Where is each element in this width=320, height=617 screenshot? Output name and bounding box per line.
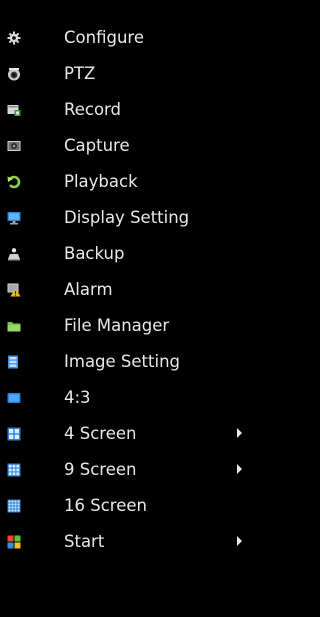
menu-item-backup[interactable]: Backup	[0, 236, 247, 272]
context-menu: Configure PTZ Record Capture Playback Di…	[0, 0, 247, 617]
menu-item-display-setting[interactable]: Display Setting	[0, 200, 247, 236]
playback-icon	[7, 175, 21, 189]
submenu-arrow-icon	[237, 536, 242, 546]
menu-item-label: PTZ	[64, 64, 96, 83]
record-icon	[7, 103, 21, 117]
menu-item-file-manager[interactable]: File Manager	[0, 308, 247, 344]
menu-item-9-screen[interactable]: 9 Screen	[0, 452, 247, 488]
menu-item-configure[interactable]: Configure	[0, 20, 247, 56]
backup-icon	[7, 247, 21, 261]
menu-item-label: 16 Screen	[64, 496, 147, 515]
monitor-icon	[7, 211, 21, 225]
menu-item-label: Start	[64, 532, 105, 551]
menu-item-label: File Manager	[64, 316, 170, 335]
camera-icon	[7, 139, 21, 153]
menu-item-start[interactable]: Start	[0, 524, 247, 560]
menu-item-label: 4:3	[64, 388, 91, 407]
grid-4-icon	[7, 427, 21, 441]
image-setting-icon	[7, 355, 21, 369]
menu-item-4-3[interactable]: 4:3	[0, 380, 247, 416]
menu-item-label: Playback	[64, 172, 138, 191]
menu-item-label: Record	[64, 100, 122, 119]
menu-item-playback[interactable]: Playback	[0, 164, 247, 200]
submenu-arrow-icon	[237, 464, 242, 474]
menu-item-label: 9 Screen	[64, 460, 137, 479]
menu-item-capture[interactable]: Capture	[0, 128, 247, 164]
menu-item-label: Image Setting	[64, 352, 180, 371]
menu-item-label: 4 Screen	[64, 424, 137, 443]
submenu-arrow-icon	[237, 428, 242, 438]
menu-item-4-screen[interactable]: 4 Screen	[0, 416, 247, 452]
menu-item-label: Capture	[64, 136, 130, 155]
menu-item-16-screen[interactable]: 16 Screen	[0, 488, 247, 524]
menu-item-record[interactable]: Record	[0, 92, 247, 128]
menu-item-ptz[interactable]: PTZ	[0, 56, 247, 92]
gear-icon	[7, 31, 21, 45]
menu-item-label: Display Setting	[64, 208, 190, 227]
folder-icon	[7, 319, 21, 333]
alarm-warning-icon	[7, 283, 21, 297]
aspect-ratio-icon	[7, 391, 21, 405]
grid-16-icon	[7, 499, 21, 513]
start-icon	[7, 535, 21, 549]
menu-item-image-setting[interactable]: Image Setting	[0, 344, 247, 380]
ptz-camera-icon	[7, 67, 21, 81]
grid-9-icon	[7, 463, 21, 477]
menu-item-label: Alarm	[64, 280, 113, 299]
menu-item-label: Configure	[64, 28, 144, 47]
menu-item-label: Backup	[64, 244, 125, 263]
menu-item-alarm[interactable]: Alarm	[0, 272, 247, 308]
